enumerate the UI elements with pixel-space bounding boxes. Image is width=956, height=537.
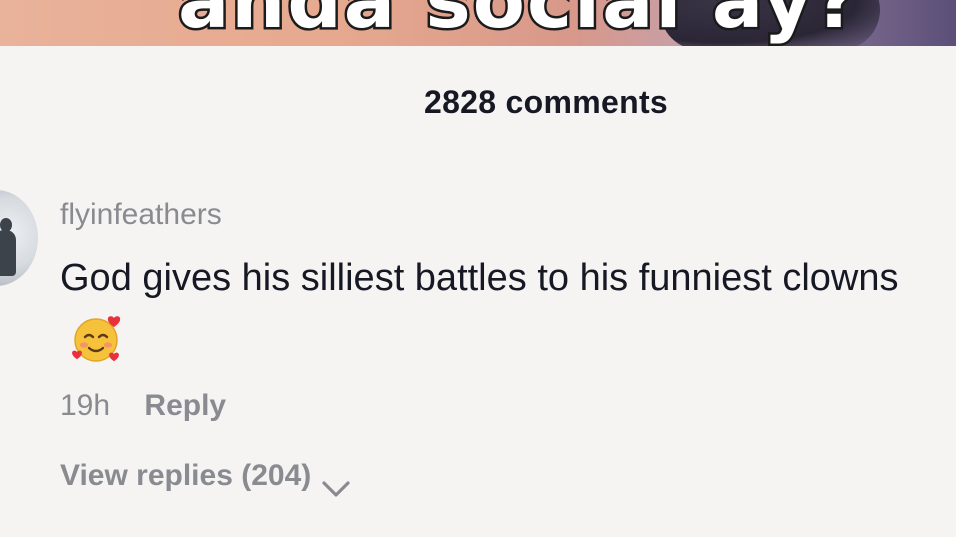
- comments-count-title: 2828 comments: [423, 84, 669, 120]
- comment-username[interactable]: flyinfeathers: [60, 190, 940, 240]
- view-replies-button[interactable]: View replies (204): [60, 452, 351, 500]
- avatar-figure-body: [0, 230, 16, 276]
- video-caption: anda social ay?: [175, 0, 861, 46]
- avatar[interactable]: [0, 190, 38, 286]
- comment-text: God gives his silliest battles to his fu…: [60, 257, 899, 299]
- comment-timestamp: 19h: [60, 389, 111, 422]
- video-preview[interactable]: anda social ay?: [0, 0, 956, 46]
- view-replies-label: View replies (204): [60, 459, 312, 492]
- smiling-face-with-hearts-icon: [70, 312, 122, 364]
- chevron-down-icon: [321, 466, 351, 497]
- comment-text-block: God gives his silliest battles to his fu…: [60, 246, 940, 374]
- comment-body: flyinfeathers God gives his silliest bat…: [60, 190, 940, 500]
- reply-button[interactable]: Reply: [144, 389, 226, 422]
- comment-meta: 19h Reply: [60, 382, 940, 430]
